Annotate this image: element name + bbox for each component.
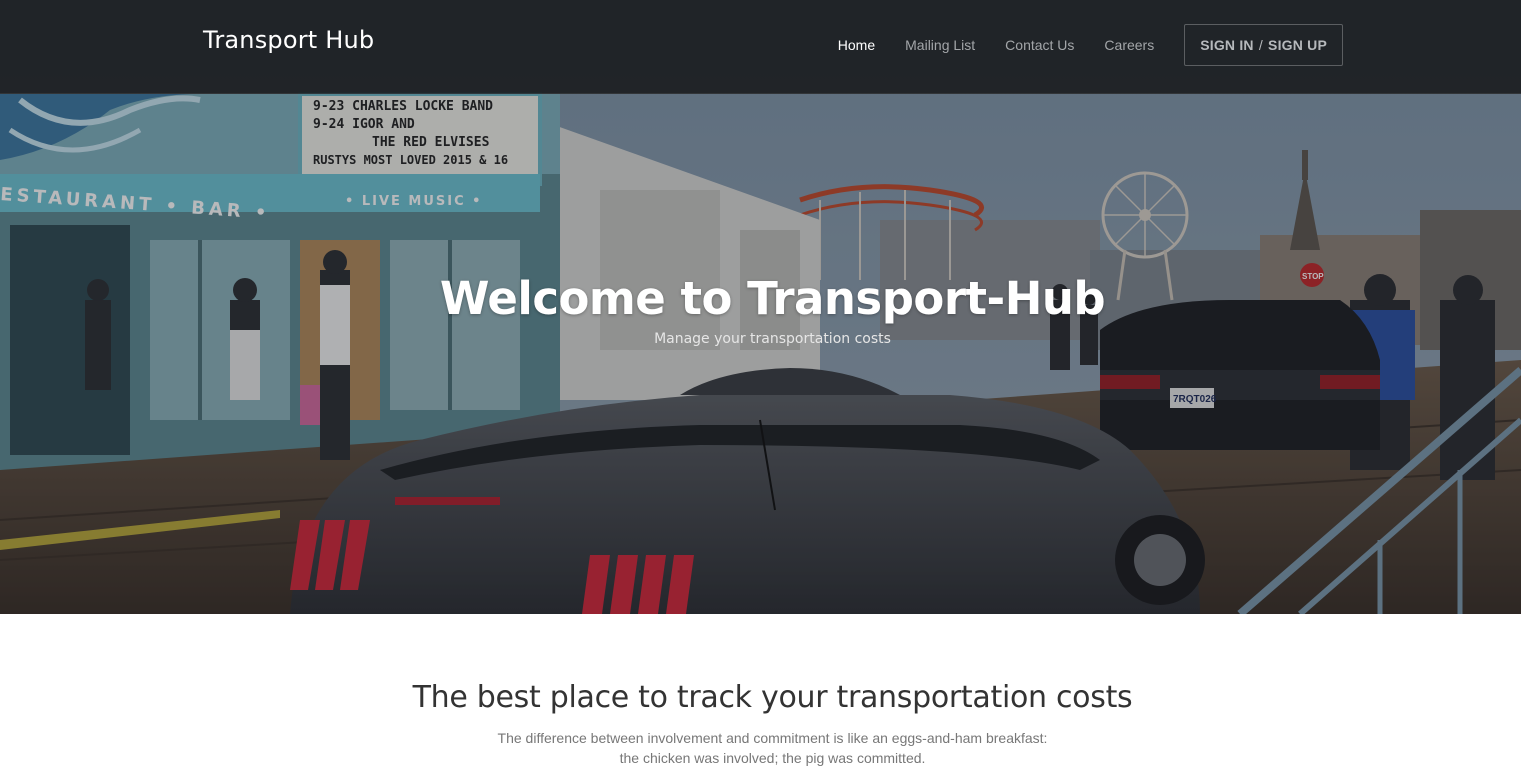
intro-quote: The difference between involvement and c… (0, 728, 1521, 768)
sign-up-label: SIGN UP (1268, 37, 1327, 53)
nav-link-home[interactable]: Home (838, 24, 875, 66)
intro-heading: The best place to track your transportat… (412, 680, 1133, 715)
sign-in-label: SIGN IN (1200, 37, 1254, 53)
quote-line-1: The difference between involvement and c… (497, 730, 1048, 746)
sign-separator: / (1258, 37, 1263, 53)
quote-line-2: the chicken was involved; the pig was co… (619, 750, 926, 766)
top-navbar: Transport Hub Home Mailing List Contact … (0, 0, 1521, 94)
nav-link-mailing-list[interactable]: Mailing List (905, 24, 975, 66)
nav-link-contact-us[interactable]: Contact Us (1005, 24, 1074, 66)
nav-links: Home Mailing List Contact Us Careers SIG… (838, 24, 1343, 66)
hero-subtitle: Manage your transportation costs (654, 331, 891, 347)
nav-link-careers[interactable]: Careers (1104, 24, 1154, 66)
brand-logo-link[interactable]: Transport Hub (203, 26, 374, 54)
sign-in-sign-up-button[interactable]: SIGN IN / SIGN UP (1184, 24, 1343, 66)
hero-title: Welcome to Transport-Hub (439, 272, 1106, 325)
